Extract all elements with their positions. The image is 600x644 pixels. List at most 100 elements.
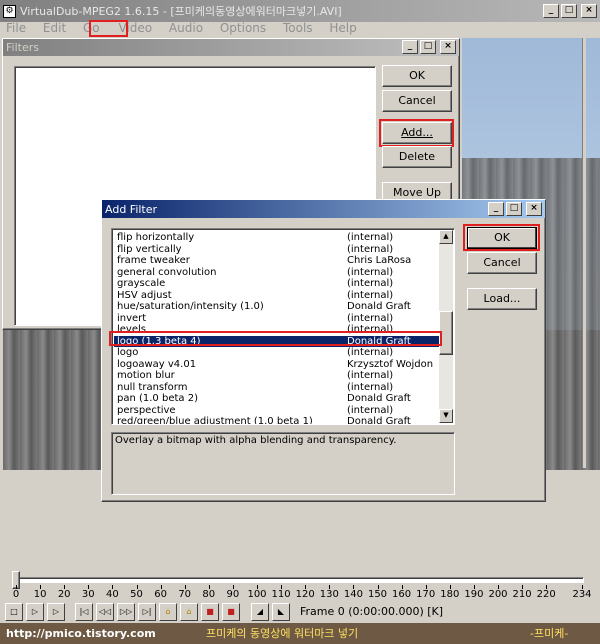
filter-list-item[interactable]: general convolution (internal): [114, 267, 444, 279]
filter-list-item[interactable]: pan (1.0 beta 2) Donald Graft: [114, 393, 444, 405]
timeline-tick-label: 180: [440, 589, 460, 600]
mark-in-icon[interactable]: ◢: [251, 603, 269, 621]
filter-list-item[interactable]: invert (internal): [114, 313, 444, 325]
minimize-icon[interactable]: _: [543, 4, 559, 18]
filter-name: frame tweaker: [117, 255, 190, 266]
timeline-tick-mark: [353, 585, 355, 589]
timeline-tick-label: 70: [178, 589, 192, 600]
filter-list-rows: flip horizontally (internal) flip vertical…: [112, 229, 444, 425]
play-output-icon[interactable]: ▷: [47, 603, 65, 621]
prev-frame-icon[interactable]: ◁◁: [96, 603, 114, 621]
filter-list-item[interactable]: null transform (internal): [114, 382, 444, 394]
timeline-tick-mark: [232, 585, 234, 589]
menu-tools[interactable]: Tools: [283, 21, 313, 35]
filter-list-item[interactable]: HSV adjust (internal): [114, 290, 444, 302]
filter-list-item[interactable]: frame tweaker Chris LaRosa: [114, 255, 444, 267]
menu-edit[interactable]: Edit: [43, 21, 66, 35]
filter-list-item[interactable]: logo (internal): [114, 347, 444, 359]
filters-title: Filters: [6, 41, 39, 54]
play-input-icon[interactable]: ▷: [26, 603, 44, 621]
timeline-tick-label: 40: [106, 589, 119, 600]
maximize-icon[interactable]: □: [420, 40, 436, 54]
video-menu-highlight: [89, 20, 128, 37]
scroll-up-icon[interactable]: ▲: [439, 230, 453, 244]
add-filter-load-button[interactable]: Load...: [467, 288, 537, 310]
filter-name: perspective: [117, 404, 176, 416]
prev-scene-icon[interactable]: ■: [201, 603, 219, 621]
add-filter-cancel-button[interactable]: Cancel: [467, 252, 537, 274]
filter-list[interactable]: flip horizontally (internal) flip vertical…: [111, 228, 455, 425]
next-key-icon[interactable]: ⌂: [180, 603, 198, 621]
filter-author: Chris LaRosa: [347, 255, 412, 266]
maximize-icon[interactable]: □: [506, 202, 522, 216]
maximize-icon[interactable]: □: [561, 4, 577, 18]
filters-cancel-button[interactable]: Cancel: [382, 90, 452, 112]
filter-name: HSV adjust: [117, 289, 172, 301]
timeline-tick-mark: [184, 585, 186, 589]
filters-ok-button[interactable]: OK: [382, 65, 452, 87]
filter-list-item[interactable]: logoaway v4.01 Krzysztof Wojdon: [114, 359, 444, 371]
filter-name: logoaway v4.01: [117, 358, 197, 370]
timeline-tick-mark: [473, 585, 475, 589]
close-icon[interactable]: ×: [526, 202, 542, 216]
menu-audio[interactable]: Audio: [169, 21, 203, 35]
timeline-tick-mark: [546, 585, 548, 589]
close-icon[interactable]: ×: [440, 40, 456, 54]
timeline-tick-label: 110: [271, 589, 291, 600]
filter-author: (internal): [347, 404, 394, 416]
timeline-tick-label: 190: [464, 589, 484, 600]
minimize-icon[interactable]: _: [488, 202, 504, 216]
timeline-tick-label: 160: [392, 589, 412, 600]
timeline-tick-mark: [16, 585, 17, 589]
timeline-tick-label: 80: [202, 589, 216, 600]
menu-help[interactable]: Help: [329, 21, 356, 35]
filter-name: red/green/blue adjustment (1.0 beta 1): [117, 416, 313, 425]
next-scene-icon[interactable]: ■: [222, 603, 240, 621]
go-start-icon[interactable]: |◁: [75, 603, 93, 621]
filter-author: (internal): [347, 278, 394, 289]
filter-list-item[interactable]: flip vertically (internal): [114, 244, 444, 256]
filter-name: null transform: [117, 381, 188, 393]
filters-delete-button[interactable]: Delete: [382, 146, 452, 168]
filter-name: general convolution: [117, 266, 217, 278]
timeline-track[interactable]: [12, 577, 584, 583]
timeline-tick-label: 100: [247, 589, 267, 600]
go-end-icon[interactable]: ▷|: [138, 603, 156, 621]
timeline-tick-label: 120: [295, 589, 315, 600]
filter-list-item[interactable]: perspective (internal): [114, 405, 444, 417]
timeline-tick-label: 140: [343, 589, 363, 600]
filter-name: flip horizontally: [117, 232, 195, 243]
filter-list-item[interactable]: flip horizontally (internal): [114, 232, 444, 244]
list-scrollbar[interactable]: ▲ ▼: [439, 230, 453, 423]
main-window-controls: _ □ ×: [543, 4, 597, 18]
stop-icon[interactable]: □: [5, 603, 23, 621]
filters-window-controls: _ □ ×: [402, 40, 456, 54]
prev-key-icon[interactable]: ⌂: [159, 603, 177, 621]
add-filter-window-controls: _ □ ×: [488, 202, 542, 216]
filter-description-box: Overlay a bitmap with alpha blending and…: [111, 432, 455, 495]
close-icon[interactable]: ×: [581, 4, 597, 18]
timeline-tick-mark: [401, 585, 403, 589]
filter-list-item[interactable]: red/green/blue adjustment (1.0 beta 1) Do…: [114, 416, 444, 425]
filter-list-item[interactable]: grayscale (internal): [114, 278, 444, 290]
filter-list-item[interactable]: hue/saturation/intensity (1.0) Donald Gra…: [114, 301, 444, 313]
timeline-tick-mark: [136, 585, 138, 589]
mark-out-icon[interactable]: ◣: [272, 603, 290, 621]
timeline-tick-label: 130: [319, 589, 339, 600]
timeline-tick-label: 60: [154, 589, 167, 600]
timeline-tick-label: 150: [367, 589, 388, 600]
timeline-tick-mark: [281, 585, 283, 589]
timeline-tick-mark: [257, 585, 258, 589]
menu-options[interactable]: Options: [220, 21, 266, 35]
filter-name: logo: [117, 347, 139, 358]
next-frame-icon[interactable]: ▷▷: [117, 603, 135, 621]
timeline-tick-mark: [64, 585, 66, 589]
timeline-tick-mark: [305, 585, 307, 589]
main-titlebar: ⚙ VirtualDub-MPEG2 1.6.15 - [프미케의동영상에워터마…: [0, 0, 600, 22]
scroll-down-icon[interactable]: ▼: [439, 409, 453, 423]
filter-name: flip vertically: [117, 243, 182, 255]
minimize-icon[interactable]: _: [402, 40, 418, 54]
filter-author: (internal): [347, 347, 394, 358]
filter-list-item[interactable]: motion blur (internal): [114, 370, 444, 382]
menu-file[interactable]: File: [6, 21, 26, 35]
